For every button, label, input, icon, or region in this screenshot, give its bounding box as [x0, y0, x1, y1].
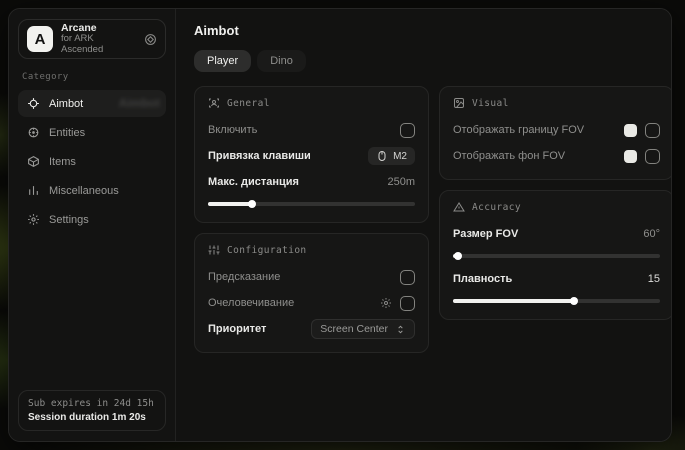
- humanization-label: Очеловечивание: [208, 297, 294, 309]
- sidebar-item-entities[interactable]: Entities: [18, 119, 166, 146]
- fov-size-value: 60°: [643, 228, 660, 240]
- slider-fill: [453, 299, 573, 303]
- app-subtitle: for ARK Ascended: [61, 34, 136, 56]
- entities-icon: [26, 126, 40, 139]
- items-icon: [26, 155, 40, 168]
- fov-size-slider[interactable]: [453, 254, 660, 258]
- sidebar-item-miscellaneous[interactable]: Miscellaneous: [18, 177, 166, 204]
- user-scan-icon: [208, 97, 220, 109]
- settings-icon: [26, 213, 40, 226]
- app-window: A Arcane for ARK Ascended Category Aimbo…: [8, 8, 672, 442]
- priority-label: Приоритет: [208, 323, 266, 335]
- fov-border-color-swatch[interactable]: [624, 124, 637, 137]
- mouse-icon: [376, 150, 388, 162]
- fov-background-label: Отображать фон FOV: [453, 150, 565, 162]
- sliders-icon: [208, 244, 220, 256]
- max-distance-slider[interactable]: [208, 202, 415, 206]
- page-title: Aimbot: [194, 23, 672, 38]
- image-icon: [453, 97, 465, 109]
- card-title: General: [227, 98, 270, 109]
- sidebar-item-aimbot[interactable]: Aimbot Aimbot: [18, 90, 166, 117]
- priority-dropdown[interactable]: Screen Center: [311, 319, 415, 339]
- sub-expires-text: Sub expires in 24d 15h: [28, 398, 156, 409]
- sidebar-item-settings[interactable]: Settings: [18, 206, 166, 233]
- card-title: Visual: [472, 98, 509, 109]
- card-accuracy-header: Accuracy: [453, 201, 660, 213]
- card-visual-header: Visual: [453, 97, 660, 109]
- chevron-up-down-icon: [395, 324, 406, 335]
- sidebar-item-label: Items: [49, 156, 76, 168]
- card-title: Accuracy: [472, 202, 521, 213]
- sidebar-item-label: Settings: [49, 214, 89, 226]
- app-logo: A: [27, 26, 53, 52]
- prediction-checkbox[interactable]: [400, 270, 415, 285]
- slider-thumb[interactable]: [248, 200, 256, 208]
- cards-left-column: General Включить Привязка клавиши M2: [194, 86, 429, 353]
- sidebar-nav: Aimbot Aimbot Entities Items: [18, 90, 166, 233]
- misc-icon: [26, 184, 40, 197]
- sidebar-item-label: Miscellaneous: [49, 185, 119, 197]
- slider-thumb[interactable]: [570, 297, 578, 305]
- category-label: Category: [22, 72, 162, 82]
- keybind-button[interactable]: M2: [368, 147, 415, 165]
- app-title-block: Arcane for ARK Ascended: [61, 22, 136, 56]
- smoothness-label: Плавность: [453, 273, 512, 285]
- fov-size-label: Размер FOV: [453, 228, 518, 240]
- slider-fill: [208, 202, 251, 206]
- sidebar-item-label: Entities: [49, 127, 85, 139]
- keybind-value: M2: [393, 151, 407, 162]
- slider-thumb[interactable]: [454, 252, 462, 260]
- humanization-settings-icon[interactable]: [380, 297, 392, 309]
- prediction-label: Предсказание: [208, 271, 280, 283]
- keybind-label: Привязка клавиши: [208, 150, 311, 162]
- humanization-checkbox[interactable]: [400, 296, 415, 311]
- sidebar-item-label: Aimbot: [49, 98, 83, 110]
- card-general: General Включить Привязка клавиши M2: [194, 86, 429, 223]
- main-content: Aimbot Player Dino General Включить: [176, 9, 672, 441]
- aimbot-ghost-text: Aimbot: [119, 96, 160, 110]
- logo-box: A Arcane for ARK Ascended: [18, 19, 166, 59]
- sidebar: A Arcane for ARK Ascended Category Aimbo…: [9, 9, 176, 441]
- session-info-box: Sub expires in 24d 15h Session duration …: [18, 390, 166, 431]
- card-visual: Visual Отображать границу FOV Отображать…: [439, 86, 672, 180]
- sidebar-item-items[interactable]: Items: [18, 148, 166, 175]
- fov-border-label: Отображать границу FOV: [453, 124, 584, 136]
- max-distance-label: Макс. дистанция: [208, 176, 299, 188]
- fov-border-checkbox[interactable]: [645, 123, 660, 138]
- cards-right-column: Visual Отображать границу FOV Отображать…: [439, 86, 672, 353]
- smoothness-value: 15: [648, 273, 660, 285]
- tab-bar: Player Dino: [194, 50, 672, 72]
- card-accuracy: Accuracy Размер FOV 60° Плавность 15: [439, 190, 672, 320]
- tab-dino[interactable]: Dino: [257, 50, 306, 72]
- fov-background-checkbox[interactable]: [645, 149, 660, 164]
- target-icon[interactable]: [144, 33, 157, 46]
- session-duration-text: Session duration 1m 20s: [28, 412, 156, 423]
- card-title: Configuration: [227, 245, 307, 256]
- card-configuration: Configuration Предсказание Очеловечивани…: [194, 233, 429, 353]
- triangle-icon: [453, 201, 465, 213]
- cards-grid: General Включить Привязка клавиши M2: [194, 86, 672, 353]
- enable-checkbox[interactable]: [400, 123, 415, 138]
- smoothness-slider[interactable]: [453, 299, 660, 303]
- fov-background-color-swatch[interactable]: [624, 150, 637, 163]
- enable-label: Включить: [208, 124, 257, 136]
- priority-value: Screen Center: [320, 323, 388, 335]
- max-distance-value: 250m: [387, 176, 415, 188]
- card-general-header: General: [208, 97, 415, 109]
- tab-player[interactable]: Player: [194, 50, 251, 72]
- card-configuration-header: Configuration: [208, 244, 415, 256]
- crosshair-icon: [26, 97, 40, 110]
